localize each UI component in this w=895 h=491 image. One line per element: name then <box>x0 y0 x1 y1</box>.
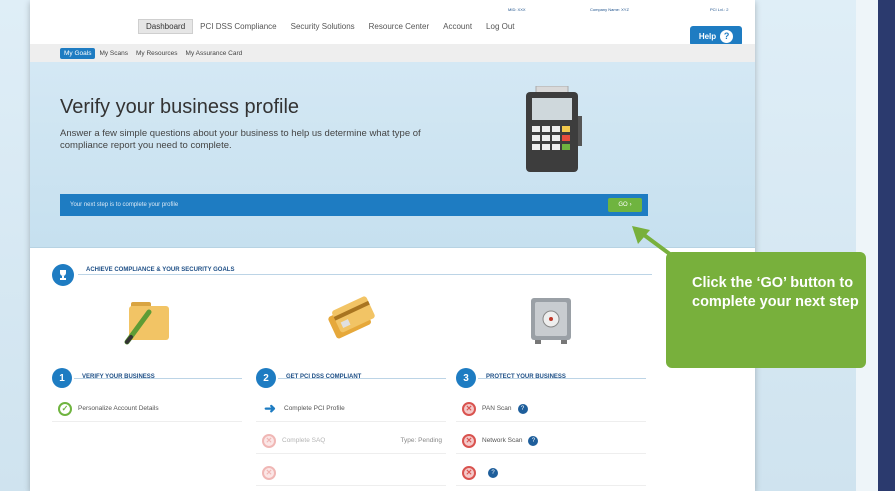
go-button[interactable]: GO › <box>608 198 642 212</box>
subtab-my-scans[interactable]: My Scans <box>95 50 132 57</box>
company-name: Company Name: XYZ <box>590 7 629 12</box>
step-title: GET PCI DSS COMPLIANT <box>286 374 362 380</box>
step-header: 2 GET PCI DSS COMPLIANT <box>256 368 446 390</box>
step-number: 1 <box>52 368 72 388</box>
step-header: 1 VERIFY YOUR BUSINESS <box>52 368 242 390</box>
step-column-protect: 3 PROTECT YOUR BUSINESS ✕ PAN Scan ? ✕ N… <box>456 296 646 486</box>
next-step-bar: Your next step is to complete your profi… <box>60 194 648 216</box>
check-circle-icon: ✓ <box>58 401 72 416</box>
safe-icon <box>456 296 646 356</box>
hero-subtitle: Answer a few simple questions about your… <box>60 128 421 151</box>
task-pan-scan[interactable]: ✕ PAN Scan ? <box>456 396 646 422</box>
merchant-id: MID: XXX <box>508 7 526 12</box>
task-third[interactable]: ✕ ? <box>456 460 646 486</box>
help-icon[interactable]: ? <box>488 467 498 478</box>
help-icon[interactable]: ? <box>517 403 528 414</box>
credit-card-icon <box>256 296 446 356</box>
subtab-my-goals[interactable]: My Goals <box>60 47 96 59</box>
top-navigation: MID: XXX Company Name: XYZ PCI Lvl.: 2 D… <box>30 0 755 46</box>
nav-account[interactable]: Account <box>436 22 479 34</box>
task-label: PAN Scan <box>482 405 512 412</box>
step-number: 2 <box>256 368 276 388</box>
task-complete-pci-profile[interactable]: ➜ Complete PCI Profile <box>256 396 446 422</box>
step-column-compliant: 2 GET PCI DSS COMPLIANT ➜ Complete PCI P… <box>256 296 446 486</box>
nav-resource-center[interactable]: Resource Center <box>362 22 436 34</box>
task-label: Personalize Account Details <box>78 405 159 412</box>
nav-pci-dss-compliance[interactable]: PCI DSS Compliance <box>193 22 283 34</box>
help-icon[interactable]: ? <box>528 435 539 446</box>
trophy-icon <box>52 264 74 286</box>
nav-log-out[interactable]: Log Out <box>479 22 521 34</box>
navy-edge <box>878 0 895 491</box>
x-circle-icon: ✕ <box>262 465 276 480</box>
help-label: Help <box>698 31 717 41</box>
subtab-my-assurance-card[interactable]: My Assurance Card <box>182 50 247 57</box>
task-complete-saq[interactable]: ✕ Complete SAQ Type: Pending <box>256 428 446 454</box>
task-label: Complete PCI Profile <box>284 405 345 412</box>
nav-security-solutions[interactable]: Security Solutions <box>284 22 362 34</box>
task-third[interactable]: ✕ <box>256 460 446 486</box>
section-title: ACHIEVE COMPLIANCE & YOUR SECURITY GOALS <box>86 267 235 273</box>
task-personalize-account[interactable]: ✓ Personalize Account Details <box>52 396 242 422</box>
subtab-my-resources[interactable]: My Resources <box>132 50 182 57</box>
hero-banner: Verify your business profile Answer a fe… <box>30 62 755 248</box>
x-circle-icon: ✕ <box>462 433 476 448</box>
step-column-verify: 1 VERIFY YOUR BUSINESS ✓ Personalize Acc… <box>52 296 242 422</box>
section-divider <box>78 274 652 275</box>
section-header: ACHIEVE COMPLIANCE & YOUR SECURITY GOALS <box>52 264 652 286</box>
x-circle-icon: ✕ <box>462 465 476 480</box>
pci-level: PCI Lvl.: 2 <box>710 7 729 12</box>
step-header: 3 PROTECT YOUR BUSINESS <box>456 368 646 390</box>
step-title: PROTECT YOUR BUSINESS <box>486 374 566 380</box>
background-strip <box>856 0 878 491</box>
next-step-text: Your next step is to complete your profi… <box>70 202 179 208</box>
card-terminal-icon <box>526 86 582 172</box>
step-number: 3 <box>456 368 476 388</box>
saq-type: Type: Pending <box>400 437 442 444</box>
callout-tooltip: Click the ‘GO’ button to complete your n… <box>666 252 866 368</box>
help-button[interactable]: Help ? <box>690 26 742 46</box>
x-circle-icon: ✕ <box>262 433 276 448</box>
task-label: Network Scan <box>482 437 523 444</box>
help-icon: ? <box>720 29 734 43</box>
task-network-scan[interactable]: ✕ Network Scan ? <box>456 428 646 454</box>
x-circle-icon: ✕ <box>462 401 476 416</box>
nav-dashboard[interactable]: Dashboard <box>138 19 194 34</box>
step-title: VERIFY YOUR BUSINESS <box>82 374 155 380</box>
sub-navigation: My Goals My Scans My Resources My Assura… <box>30 44 755 62</box>
main-nav: Dashboard PCI DSS Compliance Security So… <box>138 19 522 34</box>
hero-title: Verify your business profile <box>60 96 300 118</box>
arrow-right-icon: ➜ <box>264 400 276 416</box>
chevron-right-icon: › <box>629 202 632 208</box>
go-label: GO <box>618 202 628 208</box>
folder-pencil-icon <box>52 296 242 356</box>
task-label: Complete SAQ <box>282 437 326 444</box>
